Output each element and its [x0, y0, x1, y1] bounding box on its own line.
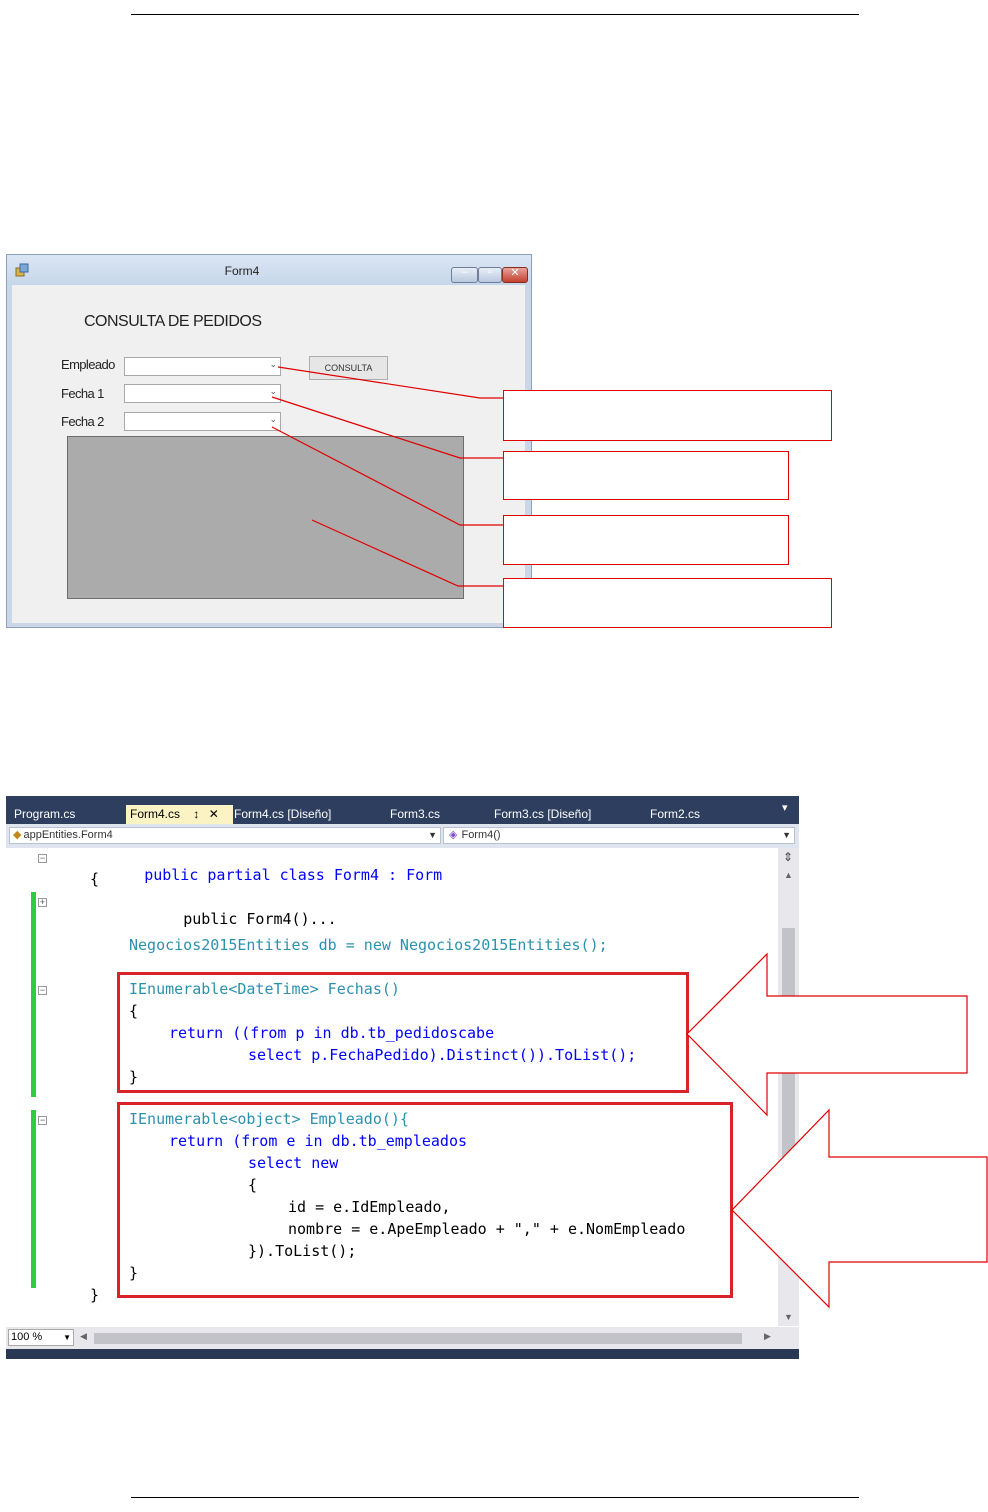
type-dropdown[interactable]: ◆ appEntities.Form4 ▼ — [9, 827, 441, 844]
arrow-empleado — [731, 1108, 988, 1309]
callout-line-fecha2 — [271, 426, 505, 526]
horizontal-scrollbar-thumb[interactable] — [94, 1333, 742, 1344]
callout-box-empleado — [503, 390, 832, 441]
tab-form3-designer[interactable]: Form3.cs [Diseño] — [490, 805, 634, 824]
callout-lines — [271, 366, 505, 587]
method-icon: ◈ — [449, 829, 458, 841]
chevron-down-icon[interactable]: ▼ — [428, 828, 437, 843]
code-text: public partial class Form4 : Form — [144, 866, 443, 884]
code-text: public Form4()... — [183, 910, 337, 928]
zoom-value: 100 % — [11, 1331, 43, 1343]
pin-icon[interactable]: ↕ — [193, 807, 199, 821]
callout-box-fecha1 — [503, 451, 789, 500]
horizontal-scroll-row: 100 % ▼ ◀ ▶ — [6, 1327, 799, 1349]
tab-label: Form4.cs — [130, 807, 181, 821]
scroll-right-icon[interactable]: ▶ — [764, 1331, 771, 1342]
collapse-toggle[interactable]: − — [38, 854, 47, 863]
arrow-fechas — [686, 952, 968, 1117]
expand-toggle[interactable]: + — [38, 898, 47, 907]
tab-program-cs[interactable]: Program.cs — [10, 805, 124, 824]
callout-line-grid — [311, 519, 505, 587]
navigation-bar: ◆ appEntities.Form4 ▼ ◈ Form4() ▼ — [6, 824, 799, 848]
scroll-left-icon[interactable]: ◀ — [80, 1331, 87, 1342]
class-icon: ◆ — [13, 829, 22, 841]
code-line: { — [90, 870, 100, 888]
type-dropdown-value: appEntities.Form4 — [23, 829, 113, 841]
callout-box-fecha2 — [503, 515, 789, 565]
tab-form4-cs[interactable]: Form4.cs ↕ ✕ — [126, 805, 233, 824]
callout-line-fecha1 — [271, 396, 505, 459]
member-dropdown-value: Form4() — [461, 829, 501, 841]
status-strip — [6, 1349, 799, 1359]
annotation-arrows — [686, 952, 988, 1309]
zoom-dropdown[interactable]: 100 % ▼ — [8, 1329, 74, 1346]
tab-overflow-icon[interactable]: ▾ — [782, 801, 788, 814]
tab-form3-cs[interactable]: Form3.cs — [386, 805, 480, 824]
tab-form2-cs[interactable]: Form2.cs — [646, 805, 740, 824]
chevron-down-icon[interactable]: ▼ — [782, 828, 791, 843]
callout-box-grid — [503, 578, 832, 628]
page-bottom-rule — [131, 1497, 859, 1498]
close-icon[interactable]: ✕ — [209, 807, 219, 821]
chevron-down-icon[interactable]: ▼ — [63, 1330, 71, 1345]
tab-form4-designer[interactable]: Form4.cs [Diseño] — [230, 805, 374, 824]
member-dropdown[interactable]: ◈ Form4() ▼ — [443, 827, 795, 844]
scroll-up-icon[interactable]: ▲ — [784, 870, 793, 880]
document-tab-bar: Program.cs Form4.cs ↕ ✕ Form4.cs [Diseño… — [6, 796, 799, 824]
callout-line-empleado — [277, 366, 505, 399]
split-icon[interactable]: ⇕ — [783, 850, 793, 864]
